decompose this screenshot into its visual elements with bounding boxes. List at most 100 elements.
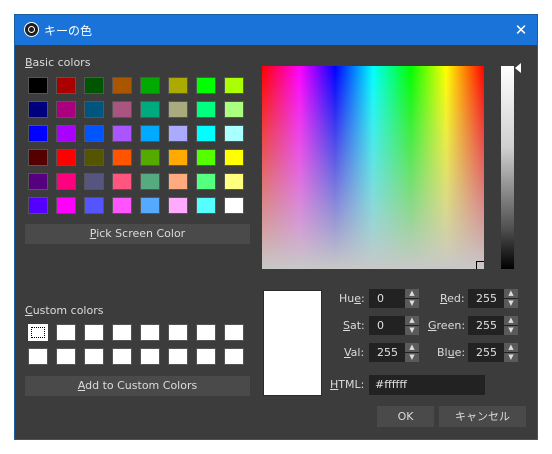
red-value: 255	[476, 292, 497, 305]
hue-down-icon[interactable]: ▼	[405, 299, 419, 308]
custom-color-swatch[interactable]	[196, 324, 216, 341]
basic-color-swatch[interactable]	[168, 77, 188, 94]
custom-color-swatch[interactable]	[168, 348, 188, 365]
blue-up-icon[interactable]: ▲	[504, 343, 518, 352]
basic-color-swatch[interactable]	[196, 197, 216, 214]
basic-color-swatch[interactable]	[224, 173, 244, 190]
color-dialog: キーの色 ✕ Basic colors Pick Screen Color Cu…	[14, 14, 538, 440]
spectrum-cursor[interactable]	[476, 261, 484, 269]
basic-color-swatch[interactable]	[56, 101, 76, 118]
basic-color-swatch[interactable]	[112, 125, 132, 142]
sat-value: 0	[377, 319, 384, 332]
basic-color-swatch[interactable]	[112, 173, 132, 190]
custom-color-swatch[interactable]	[112, 324, 132, 341]
sat-down-icon[interactable]: ▼	[405, 326, 419, 335]
basic-color-swatch[interactable]	[84, 173, 104, 190]
val-spinbox[interactable]: 255 ▲ ▼	[369, 343, 419, 362]
basic-color-swatch[interactable]	[140, 149, 160, 166]
basic-colors-label: Basic colors	[25, 56, 91, 69]
custom-color-swatch[interactable]	[168, 324, 188, 341]
basic-color-swatch[interactable]	[112, 149, 132, 166]
basic-color-swatch[interactable]	[140, 173, 160, 190]
luminance-slider[interactable]	[501, 66, 514, 269]
basic-color-swatch[interactable]	[224, 125, 244, 142]
basic-color-swatch[interactable]	[224, 77, 244, 94]
red-down-icon[interactable]: ▼	[504, 299, 518, 308]
basic-color-swatch[interactable]	[112, 197, 132, 214]
basic-color-swatch[interactable]	[56, 149, 76, 166]
basic-color-swatch[interactable]	[196, 149, 216, 166]
custom-color-swatch[interactable]	[56, 324, 76, 341]
basic-color-swatch[interactable]	[28, 101, 48, 118]
basic-color-swatch[interactable]	[140, 125, 160, 142]
sat-spinbox[interactable]: 0 ▲ ▼	[369, 316, 419, 335]
basic-color-swatch[interactable]	[28, 197, 48, 214]
green-value: 255	[476, 319, 497, 332]
basic-color-swatch[interactable]	[112, 101, 132, 118]
basic-color-swatch[interactable]	[196, 101, 216, 118]
custom-color-swatch[interactable]	[28, 324, 48, 341]
cancel-button[interactable]: キャンセル	[439, 406, 526, 427]
basic-color-swatch[interactable]	[168, 173, 188, 190]
custom-color-swatch[interactable]	[28, 348, 48, 365]
custom-color-swatch[interactable]	[224, 348, 244, 365]
basic-color-swatch[interactable]	[28, 149, 48, 166]
custom-color-swatch[interactable]	[56, 348, 76, 365]
hue-spinbox[interactable]: 0 ▲ ▼	[369, 289, 419, 308]
basic-color-swatch[interactable]	[140, 77, 160, 94]
basic-color-swatch[interactable]	[168, 197, 188, 214]
custom-color-swatch[interactable]	[84, 324, 104, 341]
basic-color-swatch[interactable]	[56, 125, 76, 142]
hue-up-icon[interactable]: ▲	[405, 289, 419, 298]
basic-color-swatch[interactable]	[196, 125, 216, 142]
luminance-arrow-icon[interactable]	[515, 63, 521, 73]
red-spinbox[interactable]: 255 ▲ ▼	[468, 289, 518, 308]
basic-color-swatch[interactable]	[168, 149, 188, 166]
basic-color-swatch[interactable]	[196, 77, 216, 94]
html-label: HTML:	[330, 378, 365, 391]
basic-color-swatch[interactable]	[224, 197, 244, 214]
ok-button[interactable]: OK	[377, 406, 434, 427]
html-input[interactable]: #ffffff	[369, 375, 485, 395]
basic-color-swatch[interactable]	[224, 101, 244, 118]
val-down-icon[interactable]: ▼	[405, 353, 419, 362]
basic-color-swatch[interactable]	[28, 77, 48, 94]
red-up-icon[interactable]: ▲	[504, 289, 518, 298]
basic-color-swatch[interactable]	[28, 173, 48, 190]
basic-color-swatch[interactable]	[140, 101, 160, 118]
custom-color-swatch[interactable]	[224, 324, 244, 341]
basic-color-swatch[interactable]	[196, 173, 216, 190]
custom-color-swatch[interactable]	[140, 324, 160, 341]
custom-color-swatch[interactable]	[196, 348, 216, 365]
custom-color-swatch[interactable]	[84, 348, 104, 365]
basic-color-swatch[interactable]	[56, 173, 76, 190]
basic-color-swatch[interactable]	[84, 77, 104, 94]
color-spectrum[interactable]	[262, 66, 484, 269]
basic-color-swatch[interactable]	[168, 101, 188, 118]
blue-label: Blue:	[437, 346, 466, 359]
custom-color-swatch[interactable]	[140, 348, 160, 365]
basic-color-swatch[interactable]	[84, 125, 104, 142]
pick-screen-color-button[interactable]: Pick Screen Color	[25, 224, 250, 244]
blue-down-icon[interactable]: ▼	[504, 353, 518, 362]
close-button[interactable]: ✕	[505, 15, 537, 45]
basic-color-swatch[interactable]	[56, 77, 76, 94]
basic-color-swatch[interactable]	[84, 101, 104, 118]
basic-color-swatch[interactable]	[84, 149, 104, 166]
basic-color-swatch[interactable]	[168, 125, 188, 142]
basic-color-swatch[interactable]	[84, 197, 104, 214]
window-title: キーの色	[44, 24, 93, 38]
custom-color-swatch[interactable]	[112, 348, 132, 365]
basic-color-swatch[interactable]	[56, 197, 76, 214]
basic-color-swatch[interactable]	[140, 197, 160, 214]
basic-color-swatch[interactable]	[28, 125, 48, 142]
sat-up-icon[interactable]: ▲	[405, 316, 419, 325]
basic-color-swatch[interactable]	[224, 149, 244, 166]
green-down-icon[interactable]: ▼	[504, 326, 518, 335]
blue-spinbox[interactable]: 255 ▲ ▼	[468, 343, 518, 362]
add-to-custom-colors-button[interactable]: Add to Custom Colors	[25, 376, 250, 396]
green-spinbox[interactable]: 255 ▲ ▼	[468, 316, 518, 335]
green-up-icon[interactable]: ▲	[504, 316, 518, 325]
basic-color-swatch[interactable]	[112, 77, 132, 94]
val-up-icon[interactable]: ▲	[405, 343, 419, 352]
